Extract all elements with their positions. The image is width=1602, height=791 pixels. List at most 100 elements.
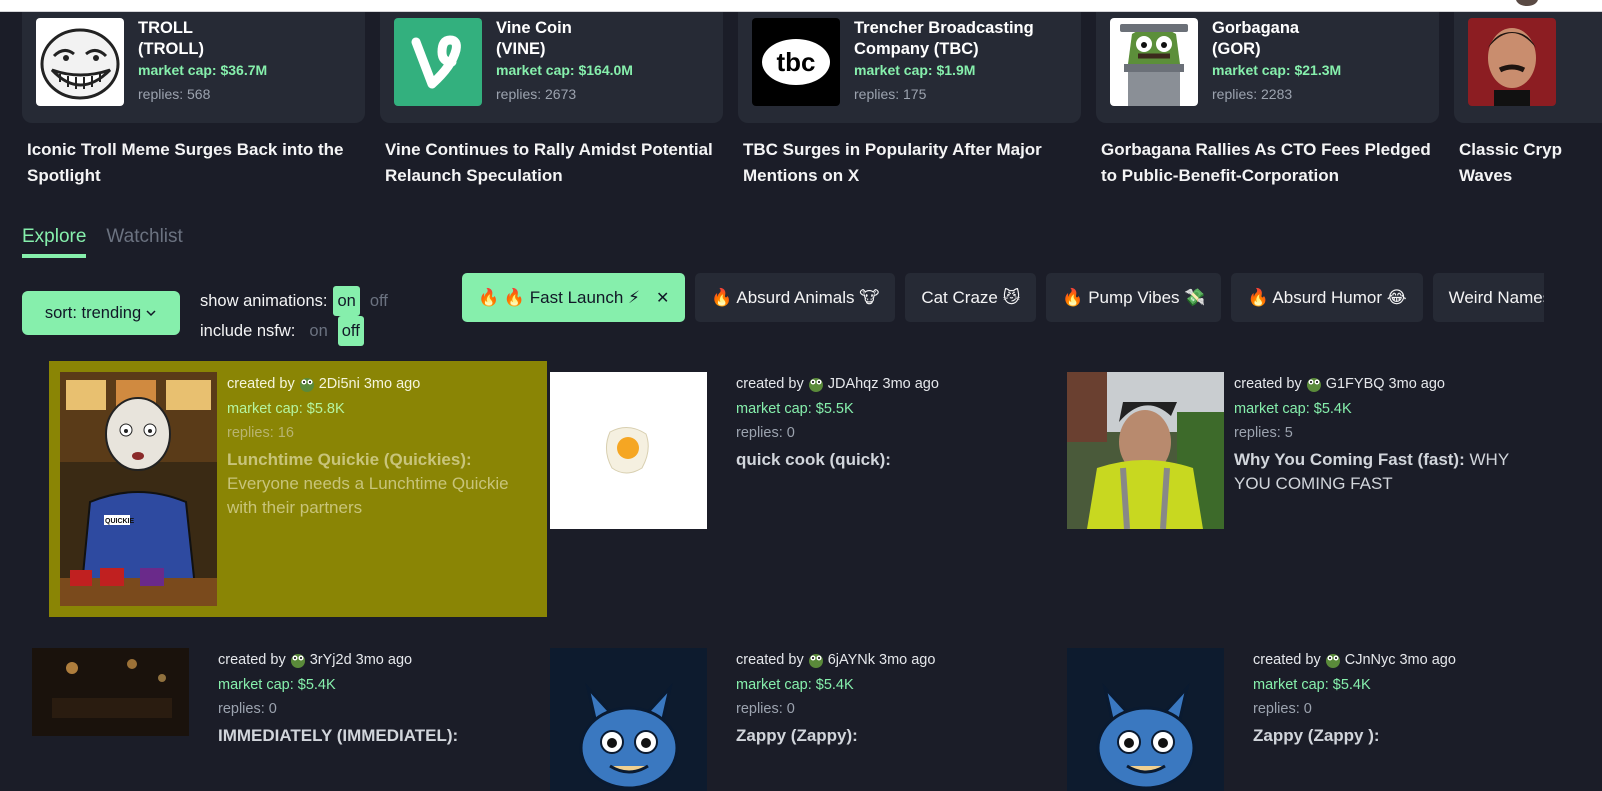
tab-explore[interactable]: Explore (22, 226, 87, 258)
portrait-photo (1468, 18, 1556, 106)
chip-fast-launch[interactable]: 🔥 🔥 Fast Launch ⚡ ✕ (462, 273, 686, 322)
token-replies: replies: 0 (218, 701, 277, 717)
token-created-by: created by G1FYBQ 3mo ago (1234, 372, 1534, 397)
featured-item[interactable]: Gorbagana (GOR) market cap: $21.3M repli… (1096, 12, 1439, 202)
tab-watchlist[interactable]: Watchlist (106, 226, 182, 258)
token-title: IMMEDIATELY (IMMEDIATEL): (218, 725, 459, 745)
frog-avatar-icon (1306, 378, 1321, 393)
token-title: Zappy (Zappy ): (1253, 725, 1380, 745)
chip-label: 🔥 Absurd Humor 😂 (1247, 287, 1407, 307)
token-created-by: created by 2Di5ni 3mo ago (227, 372, 527, 397)
frog-avatar-icon (299, 378, 314, 393)
creator-name[interactable]: 2Di5ni (319, 372, 360, 397)
featured-card[interactable]: tbc Trencher Broadcasting Company (TBC) … (738, 12, 1081, 123)
token-card[interactable]: created by CJnNyc 3mo ago market cap: $5… (1067, 648, 1557, 791)
dark-room-photo (32, 648, 189, 736)
featured-card[interactable] (1454, 12, 1602, 123)
frog-avatar-icon (290, 654, 305, 669)
featured-item[interactable]: TROLL (TROLL) market cap: $36.7M replies… (22, 12, 365, 202)
chip-cat-craze[interactable]: Cat Craze 😼 (905, 273, 1037, 322)
token-card[interactable]: created by G1FYBQ 3mo ago market cap: $5… (1067, 372, 1557, 529)
chip-label: Cat Craze 😼 (921, 287, 1021, 307)
featured-market-cap: market cap: $36.7M (138, 62, 268, 79)
created-age: 3mo ago (363, 376, 421, 392)
featured-headline[interactable]: Vine Continues to Rally Amidst Potential… (380, 137, 720, 188)
token-title: quick cook (quick): (736, 449, 891, 469)
created-age: 3mo ago (1388, 376, 1445, 392)
quickie-badge-text: QUICKIE (105, 518, 135, 525)
animations-toggle: show animations: on off (200, 286, 392, 316)
token-card[interactable]: QUICKIE created by 2Di5ni 3mo ago market… (49, 361, 547, 617)
token-replies: replies: 0 (736, 701, 795, 717)
creator-name[interactable]: JDAhqz (828, 372, 879, 397)
tab-bar: Explore Watchlist (22, 226, 183, 258)
featured-headline[interactable]: Gorbagana Rallies As CTO Fees Pledged to… (1096, 137, 1436, 188)
chip-label: 🔥 🔥 Fast Launch ⚡ (478, 287, 640, 307)
chip-weird-names[interactable]: Weird Names (1432, 273, 1544, 322)
created-prefix: created by (736, 652, 804, 668)
fried-egg (550, 372, 707, 529)
featured-headline[interactable]: Iconic Troll Meme Surges Back into the S… (22, 137, 362, 188)
nsfw-off-option[interactable]: off (337, 316, 364, 346)
token-replies: replies: 16 (227, 425, 294, 441)
creator-name[interactable]: CJnNyc (1345, 648, 1396, 673)
featured-market-cap: market cap: $164.0M (496, 62, 633, 79)
man-photo (1067, 372, 1224, 529)
token-card[interactable]: created by JDAhqz 3mo ago market cap: $5… (550, 372, 1040, 529)
chip-absurd-humor[interactable]: 🔥 Absurd Humor 😂 (1231, 273, 1423, 322)
featured-item[interactable]: Classic Cryp Waves (1454, 12, 1602, 202)
browser-top-strip (0, 0, 1602, 12)
close-icon[interactable]: ✕ (656, 288, 669, 308)
avatar[interactable] (1516, 0, 1538, 6)
creator-name[interactable]: 3rYj2d (310, 648, 352, 673)
featured-headline[interactable]: TBC Surges in Popularity After Major Men… (738, 137, 1078, 188)
featured-headline[interactable]: Classic Cryp Waves (1454, 137, 1564, 188)
token-market-cap: market cap: $5.5K (736, 400, 854, 417)
token-created-by: created by JDAhqz 3mo ago (736, 372, 939, 397)
created-age: 3mo ago (355, 652, 413, 668)
trash-monster-icon (1110, 18, 1198, 106)
animations-on-option[interactable]: on (333, 286, 360, 316)
token-market-cap: market cap: $5.4K (736, 676, 854, 693)
nsfw-on-option[interactable]: on (305, 316, 331, 346)
token-description: Everyone needs a Lunchtime Quickie with … (227, 473, 509, 517)
sort-dropdown[interactable]: sort: trending (22, 291, 180, 335)
token-market-cap: market cap: $5.4K (218, 676, 336, 693)
creator-name[interactable]: G1FYBQ (1326, 372, 1385, 397)
featured-card[interactable]: Gorbagana (GOR) market cap: $21.3M repli… (1096, 12, 1439, 123)
chip-pump-vibes[interactable]: 🔥 Pump Vibes 💸 (1046, 273, 1222, 322)
troll-face-icon (36, 18, 124, 106)
frog-avatar-icon (808, 654, 823, 669)
chevron-down-icon (146, 310, 156, 317)
nsfw-toggle: include nsfw: on off (200, 316, 392, 346)
created-prefix: created by (1253, 652, 1321, 668)
token-title: Zappy (Zappy): (736, 725, 858, 745)
created-prefix: created by (736, 376, 804, 392)
frog-avatar-icon (808, 378, 823, 393)
animations-off-option[interactable]: off (366, 286, 392, 316)
token-replies: replies: 0 (736, 425, 795, 441)
token-card[interactable]: created by 6jAYNk 3mo ago market cap: $5… (550, 648, 1040, 791)
nsfw-label: include nsfw: (200, 322, 296, 340)
featured-item[interactable]: Vine Coin (VINE) market cap: $164.0M rep… (380, 12, 723, 202)
quickie-cartoon: QUICKIE (60, 372, 217, 606)
token-card[interactable]: created by 3rYj2d 3mo ago market cap: $5… (32, 648, 532, 748)
featured-name: Vine Coin (VINE) (496, 19, 572, 58)
featured-replies: replies: 2283 (1212, 85, 1293, 102)
creator-name[interactable]: 6jAYNk (828, 648, 875, 673)
chip-label: Weird Names (1448, 287, 1544, 307)
featured-card[interactable]: TROLL (TROLL) market cap: $36.7M replies… (22, 12, 365, 123)
blue-cat (550, 648, 707, 791)
featured-name: TROLL (TROLL) (138, 19, 204, 58)
featured-item[interactable]: tbc Trencher Broadcasting Company (TBC) … (738, 12, 1081, 202)
animations-label: show animations: (200, 292, 328, 310)
featured-news-row: TROLL (TROLL) market cap: $36.7M replies… (22, 12, 1602, 202)
chip-absurd-animals[interactable]: 🔥 Absurd Animals 🐮 (695, 273, 896, 322)
token-market-cap: market cap: $5.8K (227, 400, 345, 417)
featured-card[interactable]: Vine Coin (VINE) market cap: $164.0M rep… (380, 12, 723, 123)
token-created-by: created by 6jAYNk 3mo ago (736, 648, 935, 673)
token-market-cap: market cap: $5.4K (1234, 400, 1352, 417)
category-chips: 🔥 🔥 Fast Launch ⚡ ✕ 🔥 Absurd Animals 🐮 C… (462, 273, 1544, 322)
chip-label: 🔥 Absurd Animals 🐮 (711, 287, 880, 307)
featured-replies: replies: 2673 (496, 85, 577, 102)
